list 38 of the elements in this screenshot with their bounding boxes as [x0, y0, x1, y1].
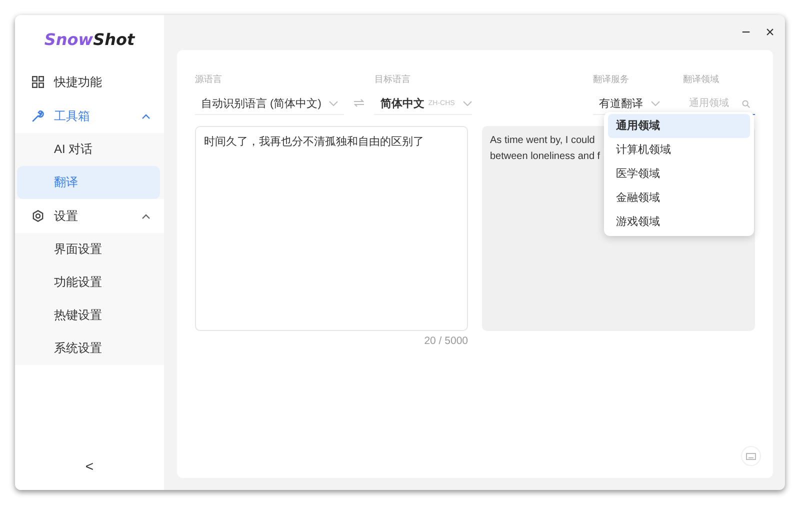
field-label: 目标语言	[374, 73, 412, 86]
wrench-icon	[32, 110, 44, 122]
app-logo: SnowShot	[43, 30, 136, 49]
dropdown-option[interactable]: 计算机领域	[608, 138, 750, 162]
sidebar-item[interactable]: 快捷功能	[15, 65, 164, 99]
source-text-field[interactable]: 时间久了，我再也分不清孤独和自由的区别了	[195, 126, 468, 331]
chevron-down-icon	[462, 100, 472, 106]
dropdown-option[interactable]: 金融领域	[608, 186, 750, 210]
chevron-up-icon	[142, 114, 150, 118]
swap-icon[interactable]	[354, 99, 364, 107]
dropdown-option[interactable]: 通用领域	[608, 114, 750, 138]
field-label: 源语言	[195, 73, 223, 86]
source-language-select[interactable]: 自动识别语言 (简体中文)	[195, 92, 344, 115]
keyboard-button[interactable]	[741, 446, 761, 466]
sidebar-item[interactable]: 工具箱	[15, 99, 164, 133]
grid-icon	[32, 76, 44, 88]
field-label: 翻译领域	[683, 73, 720, 86]
result-text: As time went by, I could	[490, 134, 595, 148]
sidebar-item[interactable]: 系统设置	[17, 332, 160, 365]
sidebar-item[interactable]: 设置	[15, 199, 164, 233]
sidebar-item[interactable]: 功能设置	[17, 266, 160, 299]
chevron-down-icon	[329, 100, 338, 106]
minimize-button[interactable]: −	[737, 24, 755, 41]
dropdown-option[interactable]: 游戏领域	[608, 210, 750, 234]
sidebar-item[interactable]: 界面设置	[17, 233, 160, 266]
gear-icon	[32, 210, 44, 222]
sidebar-item[interactable]: 热键设置	[17, 299, 160, 332]
dropdown-option[interactable]: 医学领域	[608, 162, 750, 186]
sidebar-item[interactable]: AI 对话	[17, 133, 160, 166]
character-count: 20 / 5000	[423, 335, 468, 347]
collapse-button[interactable]: <	[15, 446, 164, 486]
keyboard-icon	[746, 452, 756, 460]
field-label: 翻译服务	[593, 73, 630, 86]
close-button[interactable]: ×	[761, 24, 779, 41]
result-text: between loneliness and f	[490, 150, 600, 164]
chevron-up-icon	[142, 214, 150, 218]
chevron-down-icon	[651, 100, 660, 106]
search-icon	[742, 100, 750, 108]
